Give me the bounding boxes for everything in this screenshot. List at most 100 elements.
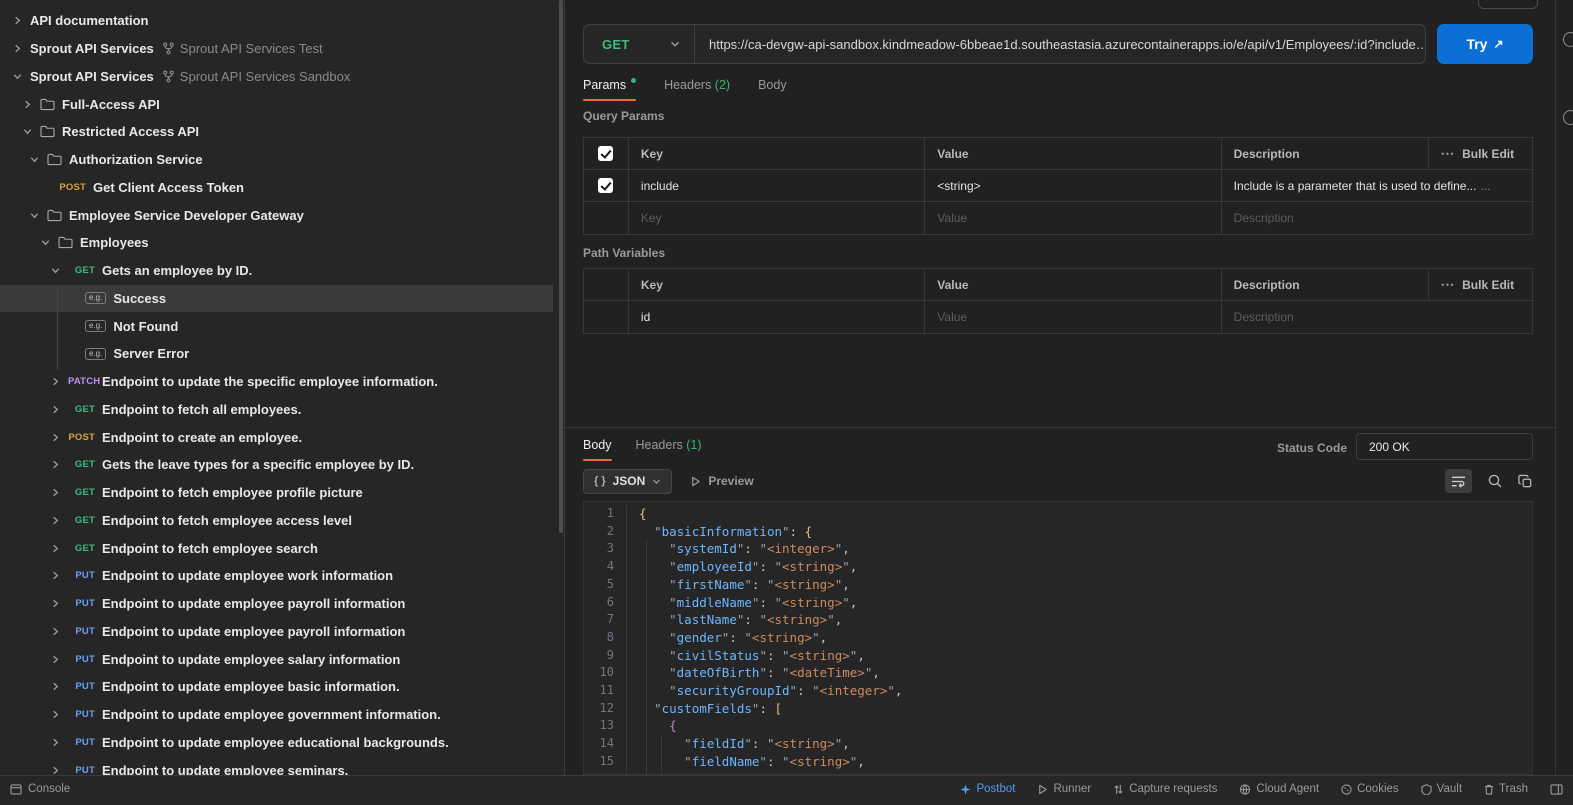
search-icon[interactable] [1487,473,1503,489]
sidebar-item[interactable]: POSTEndpoint to create an employee. [0,423,565,451]
footer-item-postbot[interactable]: Postbot [960,783,1015,795]
sidebar-item[interactable]: POSTGet Client Access Token [0,174,565,202]
path-variables-table: KeyValueDescription•••Bulk EditidValueDe… [583,268,1533,334]
sidebar-item[interactable]: e.g.Server Error [0,340,565,368]
sidebar-item[interactable]: Restricted Access API [0,118,565,146]
param-key[interactable]: id [629,301,925,333]
param-value[interactable]: Value [925,202,1221,234]
vault-icon [1421,784,1432,795]
sidebar-item-label: Endpoint to update employee basic inform… [102,679,400,694]
param-value[interactable]: <string> [925,170,1221,201]
footer-item-label: Runner [1053,783,1091,795]
response-toolbar: { } JSON Preview [583,468,1533,494]
panel-toggle-icon[interactable] [1550,784,1563,795]
body-format-select[interactable]: { } JSON [583,469,672,494]
param-key-text: Key [641,211,662,225]
footer-item-trash[interactable]: Trash [1484,783,1528,795]
sidebar-item[interactable]: PUTEndpoint to update employee work info… [0,562,565,590]
code-line: 9 "civilStatus": "<string>", [584,647,1532,665]
status-code-value[interactable]: 200 OK [1356,433,1533,460]
url-input[interactable]: https://ca-devgw-api-sandbox.kindmeadow-… [695,25,1425,63]
sidebar-item[interactable]: e.g.Success [0,285,553,313]
footer-item-cloud-agent[interactable]: Cloud Agent [1239,783,1319,795]
footer-item-label: Capture requests [1129,783,1217,795]
column-header-text: Description [1234,147,1300,161]
footer-items: Postbot Runner Capture requests Cloud Agent… [960,783,1563,795]
sidebar-item[interactable]: API documentation [0,7,565,35]
method-select[interactable]: GET [584,25,695,63]
sidebar-item[interactable]: Authorization Service [0,146,565,174]
chevron-down-icon [40,237,51,248]
header-checkbox-cell [584,138,629,169]
checkbox[interactable] [598,146,613,161]
sidebar-item[interactable]: e.g.Not Found [0,312,565,340]
request-tab-headers[interactable]: Headers (2) [664,78,730,101]
sidebar-item[interactable]: Employee Service Developer Gateway [0,201,565,229]
console-button[interactable]: Console [10,783,70,795]
param-description[interactable]: Include is a parameter that is used to d… [1222,170,1532,201]
folder-icon [40,125,55,138]
sidebar-item[interactable]: GETEndpoint to fetch employee profile pi… [0,479,565,507]
footer-item-runner[interactable]: Runner [1037,783,1091,795]
footer-item-vault[interactable]: Vault [1421,783,1462,795]
sidebar-item-label: Endpoint to fetch employee search [102,541,318,556]
tab-label: Headers [636,438,683,452]
method-badge: PATCH [68,376,95,387]
rail-icon[interactable] [1563,110,1573,125]
sidebar-item[interactable]: GETEndpoint to fetch employee access lev… [0,507,565,535]
request-tab-body[interactable]: Body [758,78,787,101]
footer-item-cookies[interactable]: Cookies [1341,783,1399,795]
folder-icon [47,153,62,166]
header-checkbox-cell [584,269,629,300]
word-wrap-button[interactable] [1445,469,1472,493]
param-value-text: Value [937,310,967,324]
param-key[interactable]: Key [629,202,925,234]
sidebar-item[interactable]: Sprout API ServicesSprout API Services S… [0,63,565,91]
response-body-editor[interactable]: 1{2 "basicInformation": {3 "systemId": "… [583,501,1533,775]
sidebar-item[interactable]: PUTEndpoint to update employee education… [0,729,565,757]
method-badge: PUT [68,681,95,692]
rail-icon[interactable] [1563,32,1573,47]
line-number: 4 [584,558,626,576]
method-badge: POST [59,182,86,193]
sidebar-item[interactable]: PUTEndpoint to update employee payroll i… [0,590,565,618]
preview-button[interactable]: Preview [690,474,753,488]
code-line: 4 "employeeId": "<string>", [584,558,1532,576]
bulk-edit-button[interactable]: •••Bulk Edit [1429,269,1532,300]
method-badge: PUT [68,765,95,775]
checkbox[interactable] [598,178,613,193]
param-value[interactable]: Value [925,301,1221,333]
sidebar-item[interactable]: GETEndpoint to fetch employee search [0,534,565,562]
response-tab-body[interactable]: Body [583,438,612,461]
param-description[interactable]: Description [1222,202,1532,234]
sidebar-item[interactable]: PUTEndpoint to update employee seminars. [0,756,565,775]
try-button[interactable]: Try ↗ [1437,24,1533,64]
braces-icon: { } [594,475,606,487]
param-key[interactable]: include [629,170,925,201]
sidebar-item[interactable]: GETEndpoint to fetch all employees. [0,396,565,424]
sidebar-item[interactable]: Employees [0,229,565,257]
response-tab-headers[interactable]: Headers (1) [636,438,702,461]
code-lines: 1{2 "basicInformation": {3 "systemId": "… [584,502,1532,775]
footer-item-capture-requests[interactable]: Capture requests [1113,783,1217,795]
sidebar-item[interactable]: PUT Endpoint to update employee basic inf… [0,673,565,701]
sidebar-item[interactable]: GETGets an employee by ID. [0,257,565,285]
sidebar-item[interactable]: Sprout API ServicesSprout API Services T… [0,35,565,63]
sidebar-item[interactable]: PUTEndpoint to update employee governmen… [0,701,565,729]
sidebar-tree: API documentationSprout API ServicesSpro… [0,7,564,775]
bulk-edit-button[interactable]: •••Bulk Edit [1429,138,1532,169]
sidebar-item[interactable]: PATCHEndpoint to update the specific emp… [0,368,565,396]
line-number: 6 [584,594,626,612]
param-description[interactable]: Description [1222,301,1532,333]
code-line: 15 "fieldName": "<string>", [584,753,1532,771]
sidebar-item[interactable]: Full-Access API [0,90,565,118]
bulk-edit-label: Bulk Edit [1462,278,1514,292]
sidebar-item[interactable]: PUTEndpoint to update employee salary in… [0,645,565,673]
request-tab-params[interactable]: Params [583,78,636,101]
sidebar-item[interactable]: GETGets the leave types for a specific e… [0,451,565,479]
sidebar-scrollbar[interactable] [559,0,563,533]
sidebar-item[interactable]: PUTEndpoint to update employee payroll i… [0,618,565,646]
partial-top-button[interactable] [1478,0,1538,9]
folder-icon [40,98,55,111]
copy-icon[interactable] [1518,474,1533,489]
